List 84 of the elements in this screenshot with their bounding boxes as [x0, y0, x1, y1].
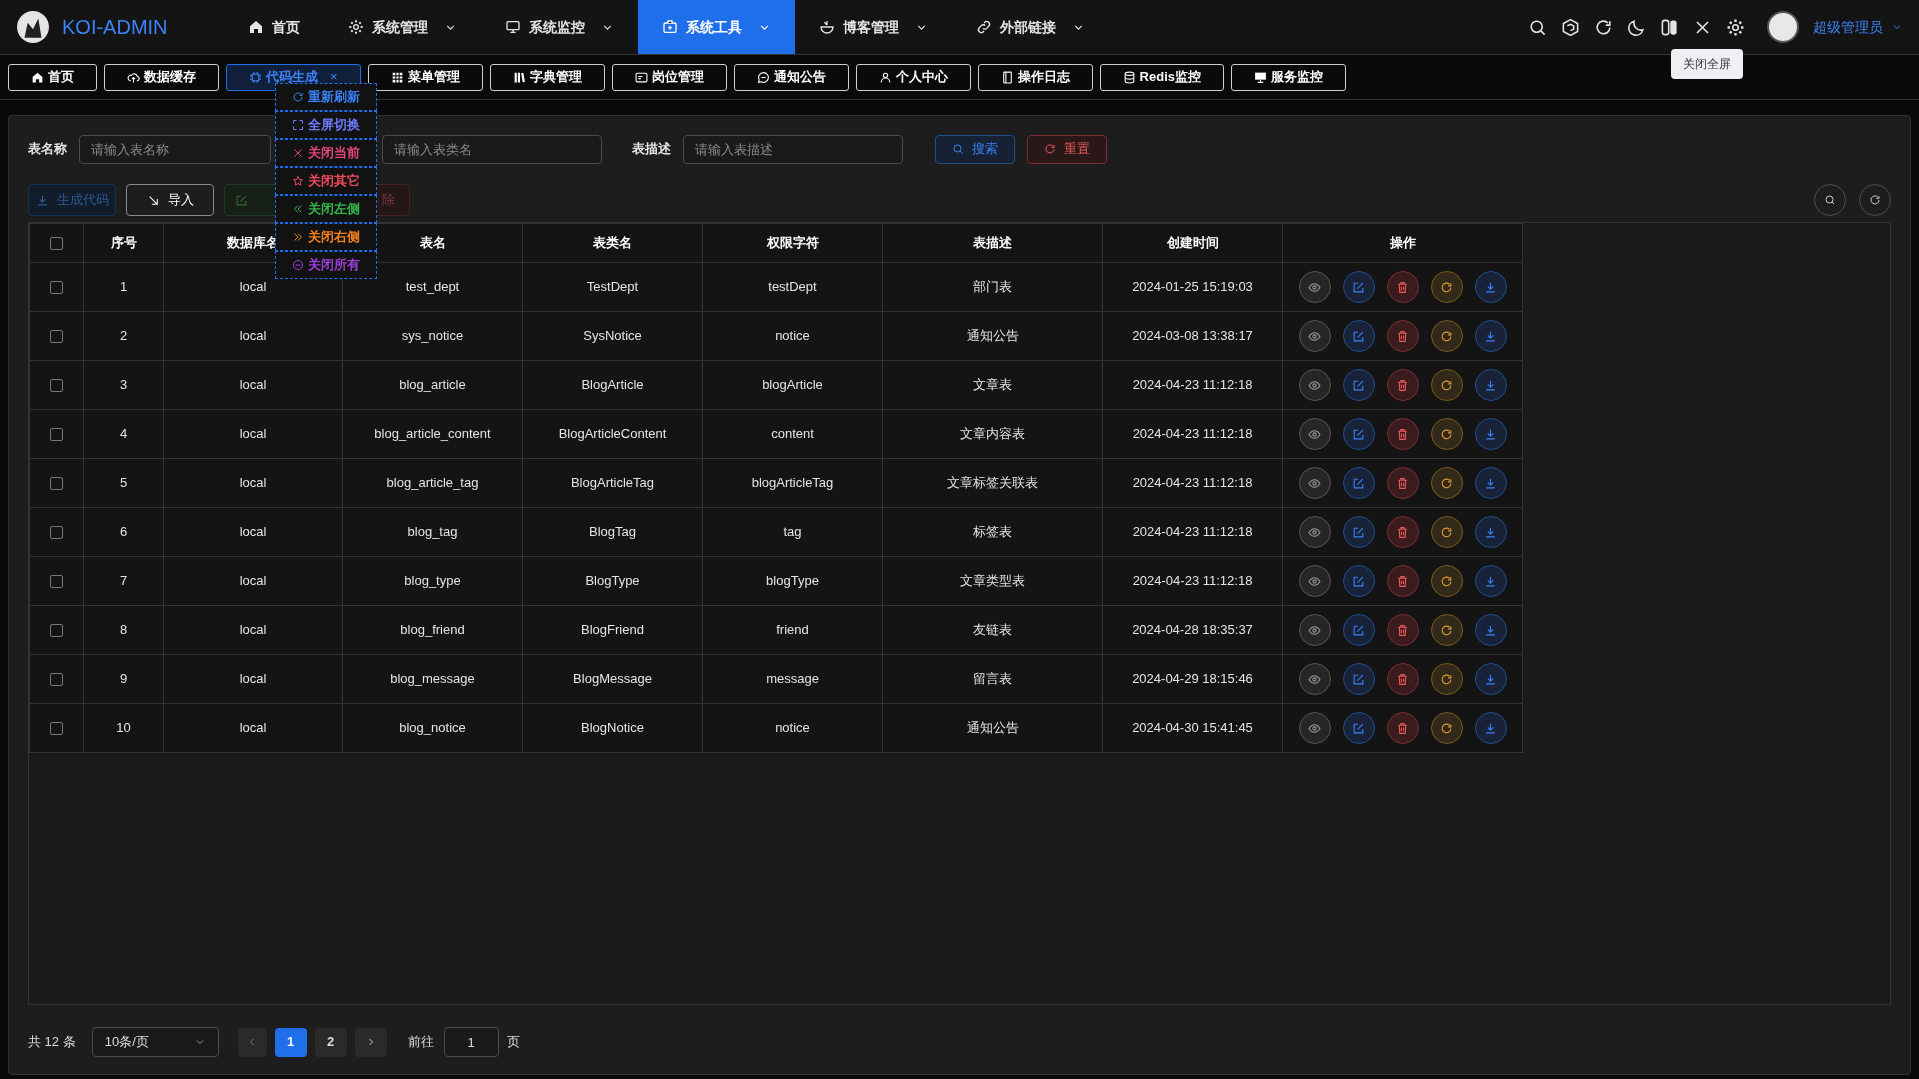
table-cell: friend: [776, 622, 809, 638]
table-cell: blog_article: [399, 377, 466, 393]
table-cell: blogArticleTag: [751, 475, 834, 491]
table-cell: 2024-04-23 11:12:18: [1132, 573, 1253, 589]
table-cell: 友链表: [973, 622, 1012, 638]
table-cell: blog_friend: [400, 622, 465, 638]
table-cell: local: [239, 524, 267, 540]
table-cell: 6: [119, 524, 128, 540]
table-cell: notice: [775, 720, 810, 736]
column-header: 序号: [110, 235, 137, 251]
table-cell: blog_notice: [399, 720, 466, 736]
table-cell: message: [766, 671, 819, 687]
table-cell: blog_article_tag: [386, 475, 479, 491]
table-cell: local: [239, 720, 267, 736]
table-cell: local: [239, 377, 267, 393]
table-cell: local: [239, 279, 267, 295]
column-header: 操作: [1389, 235, 1416, 251]
table-cell: blog_message: [390, 671, 475, 687]
table-cell: 8: [119, 622, 128, 638]
table-cell: BlogType: [585, 573, 640, 589]
field-label: 表描述: [632, 140, 671, 159]
table-cell: local: [239, 573, 267, 589]
table-cell: 10: [116, 720, 131, 736]
column-header: 表类名: [593, 235, 632, 251]
table-cell: 4: [119, 426, 128, 442]
column-header: 表描述: [973, 235, 1012, 251]
table-cell: tag: [783, 524, 802, 540]
table-cell: 3: [119, 377, 128, 393]
table-cell: sys_notice: [401, 328, 464, 344]
table-cell: 通知公告: [966, 328, 1019, 344]
table-cell: 2024-04-28 18:35:37: [1132, 622, 1253, 638]
table-cell: blog_type: [404, 573, 461, 589]
column-header: 创建时间: [1166, 235, 1219, 251]
table-cell: 文章类型表: [960, 573, 1025, 589]
table-cell: TestDept: [586, 279, 639, 295]
table-cell: 留言表: [973, 671, 1012, 687]
table-cell: local: [239, 426, 267, 442]
table-cell: BlogMessage: [573, 671, 652, 687]
column-header: 表名: [419, 235, 446, 251]
page-suffix: 页: [506, 1033, 520, 1052]
table-cell: 2024-04-30 15:41:45: [1132, 720, 1253, 736]
table-cell: 文章标签关联表: [947, 475, 1038, 491]
table-cell: 部门表: [973, 279, 1012, 295]
table-cell: 9: [119, 671, 128, 687]
table-cell: BlogTag: [589, 524, 636, 540]
table-cell: BlogFriend: [581, 622, 644, 638]
table-cell: local: [239, 671, 267, 687]
table-cell: blogType: [766, 573, 819, 589]
table-cell: BlogNotice: [581, 720, 644, 736]
table-cell: BlogArticleTag: [570, 475, 655, 491]
app-title: KOI-ADMIN: [62, 15, 168, 40]
table-cell: BlogArticle: [581, 377, 644, 393]
table-cell: notice: [775, 328, 810, 344]
total-count: 共 12 条: [28, 1033, 76, 1052]
table-cell: 标签表: [973, 524, 1012, 540]
table-cell: local: [239, 622, 267, 638]
table-cell: 文章内容表: [960, 426, 1025, 442]
table-cell: 2024-03-08 13:38:17: [1132, 328, 1253, 344]
table-cell: blog_tag: [407, 524, 458, 540]
table-cell: 2024-04-23 11:12:18: [1132, 377, 1253, 393]
table-cell: 2024-04-29 18:15:46: [1132, 671, 1253, 687]
table-cell: test_dept: [405, 279, 460, 295]
table-cell: blog_article_content: [374, 426, 491, 442]
table-cell: 2024-01-25 15:19:03: [1132, 279, 1253, 295]
column-header: 权限字符: [766, 235, 819, 251]
table-cell: blogArticle: [762, 377, 823, 393]
table-cell: SysNotice: [583, 328, 642, 344]
table-cell: local: [239, 475, 267, 491]
table-cell: 7: [119, 573, 128, 589]
table-cell: 文章表: [973, 377, 1012, 393]
table-cell: 2024-04-23 11:12:18: [1132, 475, 1253, 491]
table-cell: 2: [119, 328, 128, 344]
table-cell: 5: [119, 475, 128, 491]
table-cell: 2024-04-23 11:12:18: [1132, 426, 1253, 442]
table-cell: 通知公告: [966, 720, 1019, 736]
table-cell: BlogArticleContent: [558, 426, 667, 442]
field-label: 表名称: [28, 140, 67, 159]
table-cell: content: [771, 426, 814, 442]
table-cell: 1: [119, 279, 128, 295]
table-cell: testDept: [768, 279, 817, 295]
tooltip: 关闭全屏: [1671, 49, 1743, 79]
table-cell: local: [239, 328, 267, 344]
goto-label: 前往: [407, 1033, 434, 1052]
table-cell: 2024-04-23 11:12:18: [1132, 524, 1253, 540]
